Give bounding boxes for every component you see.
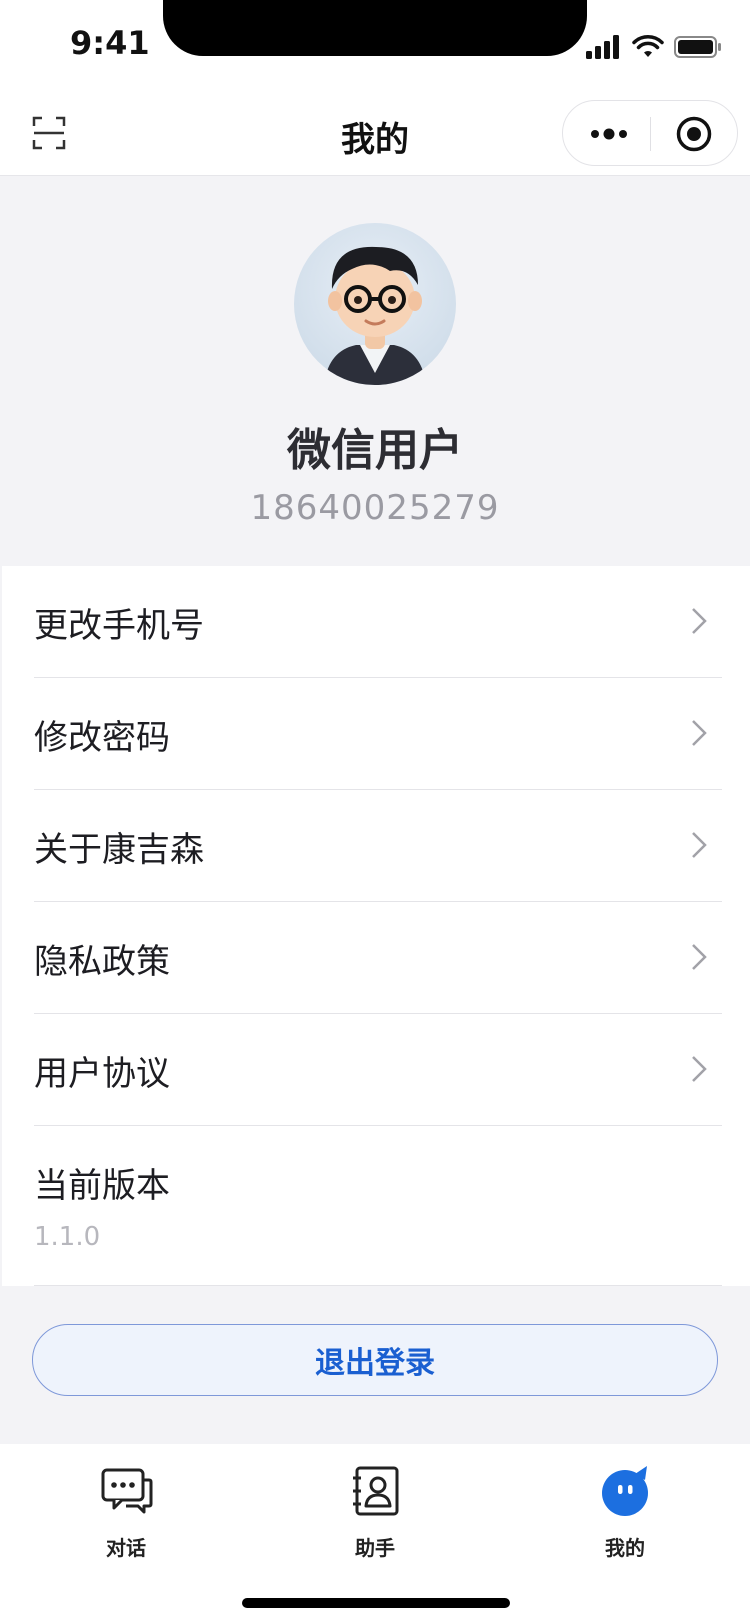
navigation-bar: 我的	[0, 92, 750, 176]
menu-item-about[interactable]: 关于康吉森	[34, 790, 722, 902]
profile-header: 微信用户 18640025279	[0, 176, 750, 566]
menu-item-privacy-policy[interactable]: 隐私政策	[34, 902, 722, 1014]
tab-assistant[interactable]: 助手	[305, 1464, 445, 1574]
tab-chat[interactable]: 对话	[56, 1464, 196, 1574]
tab-label: 对话	[106, 1536, 146, 1560]
status-time: 9:41	[70, 24, 150, 62]
menu-item-change-phone[interactable]: 更改手机号	[34, 566, 722, 678]
menu-item-label: 修改密码	[34, 718, 170, 758]
signal-icon	[586, 35, 619, 59]
capsule-divider	[650, 117, 651, 151]
contact-book-icon	[353, 1466, 399, 1516]
miniprogram-capsule	[562, 100, 738, 166]
menu-item-label: 隐私政策	[34, 942, 170, 982]
tab-mine[interactable]: 我的	[555, 1464, 695, 1574]
avatar-illustration	[324, 246, 426, 385]
menu-item-user-agreement[interactable]: 用户协议	[34, 1014, 722, 1126]
chevron-right-icon	[692, 608, 707, 634]
logout-button[interactable]: 退出登录	[32, 1324, 718, 1396]
status-bar: 9:41	[0, 0, 750, 92]
version-value: 1.1.0	[34, 1222, 101, 1252]
status-icons	[586, 32, 722, 62]
user-name: 微信用户	[287, 425, 463, 476]
chat-bubble-icon	[101, 1468, 153, 1514]
avatar[interactable]	[294, 223, 456, 385]
close-miniprogram-icon[interactable]	[675, 115, 713, 153]
version-label: 当前版本	[34, 1166, 170, 1206]
chevron-right-icon	[692, 720, 707, 746]
chevron-right-icon	[692, 832, 707, 858]
settings-menu: 更改手机号 修改密码 关于康吉森 隐私政策 用户协议 当前版本 1.1.0	[2, 566, 750, 1286]
profile-bot-icon	[602, 1466, 648, 1516]
menu-item-label: 关于康吉森	[34, 830, 204, 870]
battery-icon	[674, 36, 721, 58]
tab-bar: 对话 助手 我的	[0, 1444, 750, 1624]
chevron-right-icon	[692, 1056, 707, 1082]
menu-item-label: 更改手机号	[34, 606, 204, 646]
tab-label: 我的	[605, 1536, 645, 1560]
menu-item-change-password[interactable]: 修改密码	[34, 678, 722, 790]
device-notch	[163, 0, 587, 56]
menu-item-version: 当前版本 1.1.0	[34, 1126, 722, 1286]
more-icon[interactable]	[589, 121, 629, 147]
menu-item-label: 用户协议	[34, 1054, 170, 1094]
tab-label: 助手	[355, 1536, 395, 1560]
user-phone: 18640025279	[250, 488, 500, 528]
wifi-icon	[632, 35, 664, 57]
home-indicator	[242, 1598, 510, 1608]
chevron-right-icon	[692, 944, 707, 970]
